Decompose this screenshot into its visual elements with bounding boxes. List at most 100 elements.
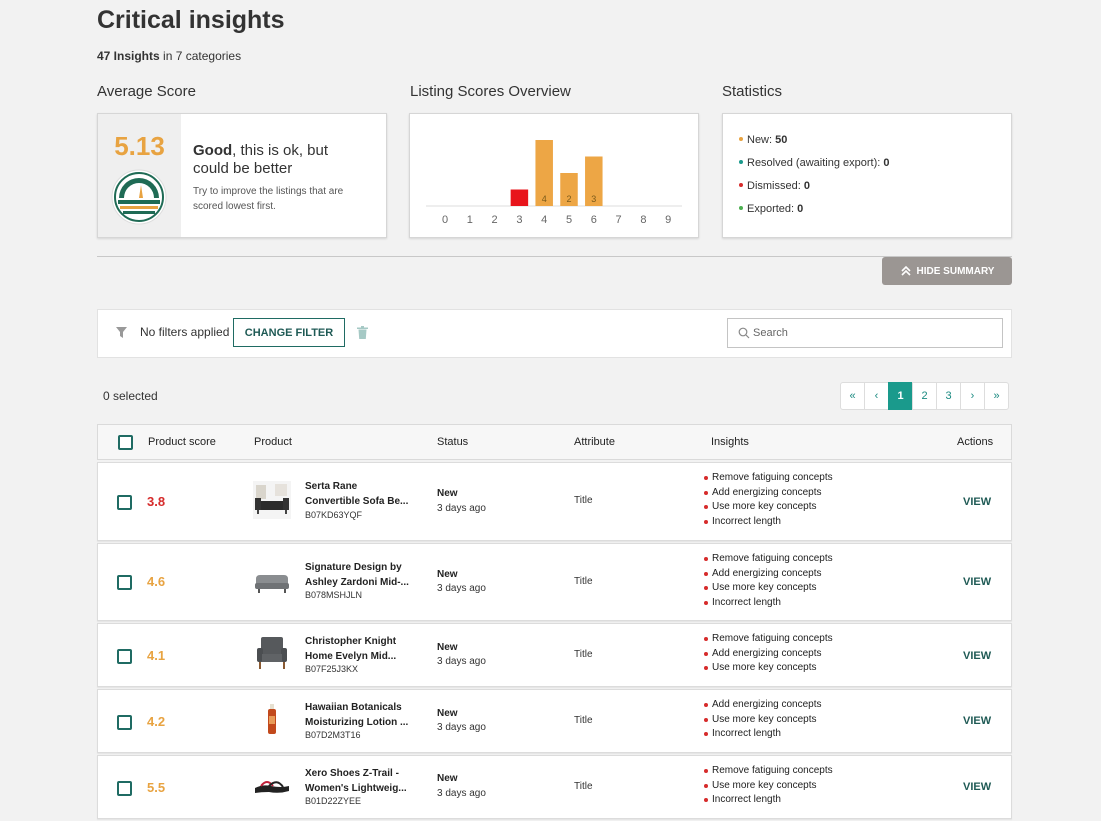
header-attribute[interactable]: Attribute [574, 436, 615, 448]
table-row[interactable]: 4.1 Christopher Knight Home Evelyn Mid...… [97, 623, 1012, 687]
search-input[interactable] [753, 319, 993, 347]
hide-summary-button[interactable]: HIDE SUMMARY [882, 257, 1012, 285]
summary-divider [97, 256, 1012, 257]
chart-data-label-4: 4 [542, 194, 547, 204]
stat-resolved-value: 0 [883, 157, 890, 169]
stat-dismissed: Dismissed: 0 [739, 180, 810, 192]
stat-new-label: New: [747, 134, 773, 146]
sofa-bed-icon[interactable] [253, 481, 291, 519]
insights-list: Remove fatiguing concepts Add energizing… [704, 552, 833, 611]
insight-item: Incorrect length [704, 515, 833, 530]
score-hint: Try to improve the listings that are sco… [193, 186, 344, 212]
chart-tick-label-9: 9 [665, 214, 671, 226]
insight-item: Add energizing concepts [704, 647, 833, 662]
listing-scores-chart: 0 1 2 3 4 4 2 5 3 6 7 8 9 [426, 140, 682, 226]
row-checkbox[interactable] [117, 575, 132, 590]
chart-tick-label-8: 8 [640, 214, 646, 226]
sandal-icon[interactable] [253, 766, 291, 804]
stat-exported: Exported: 0 [739, 203, 803, 215]
status-time: 3 days ago [437, 722, 486, 733]
insights-count: 47 Insights [97, 49, 160, 63]
stat-dismissed-label: Dismissed: [747, 180, 801, 192]
statistics-heading: Statistics [722, 83, 783, 100]
status-label: New [437, 569, 458, 580]
selected-count: 0 selected [103, 389, 158, 403]
stat-new-value: 50 [775, 134, 788, 146]
average-score-card: 5.13 Good, this is ok, but could be bett… [97, 113, 387, 238]
page-2-button[interactable]: 2 [912, 382, 937, 410]
last-page-button[interactable]: » [984, 382, 1009, 410]
product-name-line-2: Moisturizing Lotion ... [305, 717, 409, 728]
row-checkbox[interactable] [117, 495, 132, 510]
stat-resolved: Resolved (awaiting export): 0 [739, 157, 889, 169]
chevron-double-up-icon [900, 266, 911, 276]
header-product[interactable]: Product [254, 436, 292, 448]
row-checkbox[interactable] [117, 781, 132, 796]
insight-item: Use more key concepts [704, 500, 833, 515]
insight-item: Use more key concepts [704, 661, 833, 676]
stat-exported-dot [739, 206, 743, 211]
product-name[interactable]: Christopher Knight Home Evelyn Mid... [305, 634, 415, 664]
product-name-line-1: Xero Shoes Z-Trail - [305, 768, 399, 779]
insights-list: Remove fatiguing concepts Add energizing… [704, 632, 833, 676]
table-row[interactable]: 4.6 Signature Design by Ashley Zardoni Mi… [97, 543, 1012, 621]
chart-tick-label-0: 0 [442, 214, 448, 226]
row-checkbox[interactable] [117, 649, 132, 664]
table-row[interactable]: 5.5 Xero Shoes Z-Trail - Women's Lightwei… [97, 755, 1012, 819]
sofa-icon[interactable] [253, 563, 291, 601]
insights-categories: in 7 categories [163, 49, 242, 63]
change-filter-button[interactable]: CHANGE FILTER [233, 318, 345, 347]
view-link[interactable]: VIEW [963, 496, 991, 508]
table-row[interactable]: 4.2 Hawaiian Botanicals Moisturizing Loti… [97, 689, 1012, 753]
page-title: Critical insights [97, 6, 285, 34]
product-name-line-1: Christopher Knight [305, 636, 397, 647]
first-page-button[interactable]: « [840, 382, 865, 410]
status-time: 3 days ago [437, 656, 486, 667]
chart-tick-label-6: 6 [591, 214, 597, 226]
score-headline: Good, this is ok, but could be better [193, 142, 353, 178]
product-name[interactable]: Serta Rane Convertible Sofa Be... [305, 479, 415, 509]
attribute-value: Title [574, 649, 593, 660]
chart-tick-label-7: 7 [616, 214, 622, 226]
table-row[interactable]: 3.8 Serta Rane Convertible Sofa Be... B07… [97, 462, 1012, 541]
product-name[interactable]: Hawaiian Botanicals Moisturizing Lotion .… [305, 700, 415, 730]
view-link[interactable]: VIEW [963, 576, 991, 588]
insight-item: Add energizing concepts [704, 698, 822, 713]
insight-item: Incorrect length [704, 793, 833, 808]
product-name-line-2: Home Evelyn Mid... [305, 651, 397, 662]
next-page-button[interactable]: › [960, 382, 985, 410]
view-link[interactable]: VIEW [963, 781, 991, 793]
insights-list: Add energizing concepts Use more key con… [704, 698, 822, 742]
header-product-score[interactable]: Product score [148, 436, 216, 448]
product-asin: B01D22ZYEE [305, 796, 362, 806]
header-insights: Insights [711, 436, 749, 448]
armchair-icon[interactable] [253, 634, 291, 672]
average-score-heading: Average Score [97, 83, 196, 100]
search-icon [738, 327, 750, 339]
view-link[interactable]: VIEW [963, 715, 991, 727]
score-rating-label: Good [193, 142, 233, 159]
stat-dismissed-value: 0 [803, 180, 810, 192]
page-1-button[interactable]: 1 [888, 382, 913, 410]
lotion-bottle-icon[interactable] [253, 702, 291, 740]
listing-scores-heading: Listing Scores Overview [410, 83, 571, 100]
page-3-button[interactable]: 3 [936, 382, 961, 410]
status-label: New [437, 773, 458, 784]
insight-item: Add energizing concepts [704, 567, 833, 582]
header-status[interactable]: Status [437, 436, 468, 448]
row-checkbox[interactable] [117, 715, 132, 730]
insights-list: Remove fatiguing concepts Use more key c… [704, 764, 833, 808]
chart-tick-label-3: 3 [516, 214, 522, 226]
insight-item: Use more key concepts [704, 713, 822, 728]
product-score: 3.8 [147, 494, 166, 509]
view-link[interactable]: VIEW [963, 650, 991, 662]
filter-status: No filters applied [140, 325, 230, 339]
select-all-checkbox[interactable] [118, 435, 133, 450]
prev-page-button[interactable]: ‹ [864, 382, 889, 410]
product-name[interactable]: Xero Shoes Z-Trail - Women's Lightweig... [305, 766, 415, 796]
product-name-line-1: Hawaiian Botanicals [305, 702, 402, 713]
trash-icon[interactable] [357, 326, 368, 339]
insight-item: Incorrect length [704, 727, 822, 742]
listing-scores-card: 0 1 2 3 4 4 2 5 3 6 7 8 9 [409, 113, 699, 238]
product-name[interactable]: Signature Design by Ashley Zardoni Mid-..… [305, 560, 415, 590]
